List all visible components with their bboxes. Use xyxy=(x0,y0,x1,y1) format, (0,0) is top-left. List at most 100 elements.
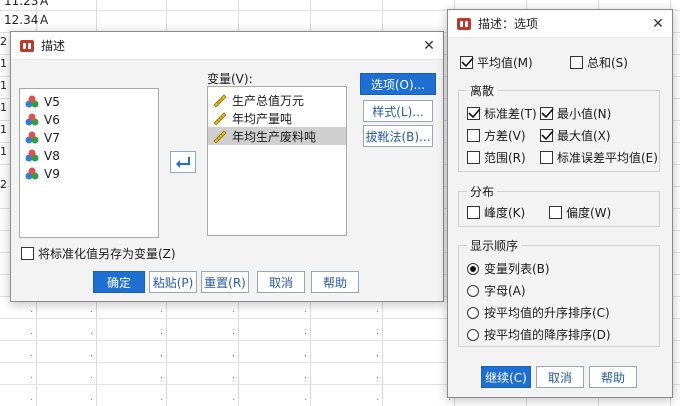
help-button[interactable]: 帮助 xyxy=(311,271,359,293)
target-variable-item[interactable]: 生产总值万元 xyxy=(208,91,346,109)
move-variable-button[interactable] xyxy=(170,151,196,173)
checkbox-box[interactable] xyxy=(467,107,481,120)
target-variable-list[interactable]: 生产总值万元年均产量吨年均生产废料吨 xyxy=(207,86,347,236)
checkbox-box[interactable] xyxy=(540,107,554,120)
cell-value: 11.23 xyxy=(4,0,39,8)
help-button[interactable]: 帮助 xyxy=(589,366,637,388)
radio-unselected[interactable] xyxy=(467,328,479,341)
empty-cell-marker: . xyxy=(160,304,164,315)
mean-checkbox[interactable]: 平均值(M) xyxy=(460,54,533,71)
distribution-group: 分布 峰度(K) 偏度(W) xyxy=(458,183,660,227)
skewness-checkbox[interactable]: 偏度(W) xyxy=(549,204,611,221)
scale-variable-icon xyxy=(213,130,227,143)
minimum-label: 最小值(N) xyxy=(557,107,612,121)
checkbox-box[interactable] xyxy=(467,129,480,142)
empty-cell-marker: . xyxy=(304,326,308,337)
sum-checkbox[interactable]: 总和(S) xyxy=(570,54,628,71)
source-variable-item[interactable]: V8 xyxy=(20,147,158,165)
cell-value: 1 xyxy=(0,145,7,158)
checkbox-box[interactable] xyxy=(540,129,554,142)
radio-unselected[interactable] xyxy=(467,284,479,297)
save-standardized-label: 将标准化值另存为变量(Z) xyxy=(38,247,176,261)
minimum-checkbox[interactable]: 最小值(N) xyxy=(540,105,611,122)
checkbox-box[interactable] xyxy=(467,206,480,219)
empty-cell-marker: . xyxy=(304,348,308,359)
source-variable-item[interactable]: V5 xyxy=(20,93,158,111)
nominal-variable-icon xyxy=(25,167,39,180)
variable-name: V9 xyxy=(44,167,60,181)
bootstrap-button[interactable]: 拔靴法(B)... xyxy=(363,125,433,147)
variable-name: 年均产量吨 xyxy=(232,111,293,126)
checkmark-icon xyxy=(541,108,554,119)
sum-label: 总和(S) xyxy=(587,56,628,70)
dispersion-title: 离散 xyxy=(467,82,498,99)
se-mean-checkbox[interactable]: 标准误差平均值(E) xyxy=(540,149,658,166)
order-alphabetic-radio[interactable]: 字母(A) xyxy=(467,282,526,299)
maximum-checkbox[interactable]: 最大值(X) xyxy=(540,127,611,144)
std-dev-label: 标准差(T) xyxy=(484,107,537,121)
variable-name: 年均生产废料吨 xyxy=(232,129,317,144)
checkbox-box[interactable] xyxy=(540,151,553,164)
empty-cell-marker: . xyxy=(30,304,34,315)
order-ascending-radio[interactable]: 按平均值的升序排序(C) xyxy=(467,304,610,321)
source-variable-item[interactable]: V6 xyxy=(20,111,158,129)
display-order-title: 显示顺序 xyxy=(467,237,522,254)
empty-cell-marker: . xyxy=(304,392,308,403)
checkbox-box[interactable] xyxy=(460,56,474,69)
cancel-button[interactable]: 取消 xyxy=(536,366,584,388)
kurtosis-checkbox[interactable]: 峰度(K) xyxy=(467,204,525,221)
empty-cell-marker: . xyxy=(376,370,380,381)
paste-button[interactable]: 粘贴(P) xyxy=(149,271,197,293)
checkmark-icon xyxy=(541,130,554,141)
empty-cell-marker: . xyxy=(90,392,94,403)
radio-selected[interactable] xyxy=(467,262,479,275)
empty-cell-marker: . xyxy=(30,326,34,337)
empty-cell-marker: . xyxy=(232,304,236,315)
reset-button[interactable]: 重置(R) xyxy=(201,271,249,293)
empty-cell-marker: . xyxy=(304,304,308,315)
target-variable-item[interactable]: 年均生产废料吨 xyxy=(208,127,346,145)
source-variable-item[interactable]: V9 xyxy=(20,165,158,183)
checkbox-box[interactable] xyxy=(467,151,480,164)
empty-cell-marker: . xyxy=(90,370,94,381)
source-variable-item[interactable]: V7 xyxy=(20,129,158,147)
source-variable-list[interactable]: V5 V6 V7 V8 V9 xyxy=(19,88,159,238)
variables-label: 变量(V): xyxy=(207,72,253,86)
continue-button[interactable]: 继续(C) xyxy=(481,366,531,388)
empty-cell-marker: . xyxy=(160,370,164,381)
nominal-variable-icon xyxy=(25,95,39,108)
checkbox-box[interactable] xyxy=(549,206,562,219)
checkmark-icon xyxy=(468,108,481,119)
cell-value: 2 xyxy=(0,178,7,191)
dispersion-group: 离散 标准差(T) 最小值(N) 方差(V) 最大值(X) 范围(R) 标准误差… xyxy=(458,82,660,172)
empty-cell-marker: . xyxy=(232,392,236,403)
ok-button[interactable]: 确定 xyxy=(93,271,145,293)
describe-titlebar: 描述 ✕ xyxy=(11,32,443,60)
close-icon[interactable]: ✕ xyxy=(644,10,672,38)
style-button[interactable]: 样式(L)... xyxy=(363,100,433,122)
scale-variable-icon xyxy=(213,94,227,107)
nominal-variable-icon xyxy=(25,113,39,126)
cancel-button[interactable]: 取消 xyxy=(257,271,305,293)
options-button[interactable]: 选项(O)... xyxy=(360,73,436,95)
target-variable-item[interactable]: 年均产量吨 xyxy=(208,109,346,127)
checkbox-box[interactable] xyxy=(21,247,34,260)
maximum-label: 最大值(X) xyxy=(557,129,611,143)
order-variable-list-radio[interactable]: 变量列表(B) xyxy=(467,260,550,277)
radio-unselected[interactable] xyxy=(467,306,479,319)
checkbox-box[interactable] xyxy=(570,56,583,69)
empty-cell-marker: . xyxy=(30,392,34,403)
order-descending-radio[interactable]: 按平均值的降序排序(D) xyxy=(467,326,611,343)
std-dev-checkbox[interactable]: 标准差(T) xyxy=(467,105,537,122)
dialog-title: 描述 xyxy=(41,39,66,53)
options-titlebar: 描述：选项 ✕ xyxy=(448,10,672,38)
save-standardized-checkbox[interactable]: 将标准化值另存为变量(Z) xyxy=(21,245,176,262)
close-icon[interactable]: ✕ xyxy=(415,32,443,60)
distribution-title: 分布 xyxy=(467,183,498,200)
variable-name: V7 xyxy=(44,131,60,145)
skewness-label: 偏度(W) xyxy=(566,206,612,220)
empty-cell-marker: . xyxy=(90,326,94,337)
variance-checkbox[interactable]: 方差(V) xyxy=(467,127,526,144)
range-checkbox[interactable]: 范围(R) xyxy=(467,149,526,166)
empty-cell-marker: . xyxy=(160,326,164,337)
